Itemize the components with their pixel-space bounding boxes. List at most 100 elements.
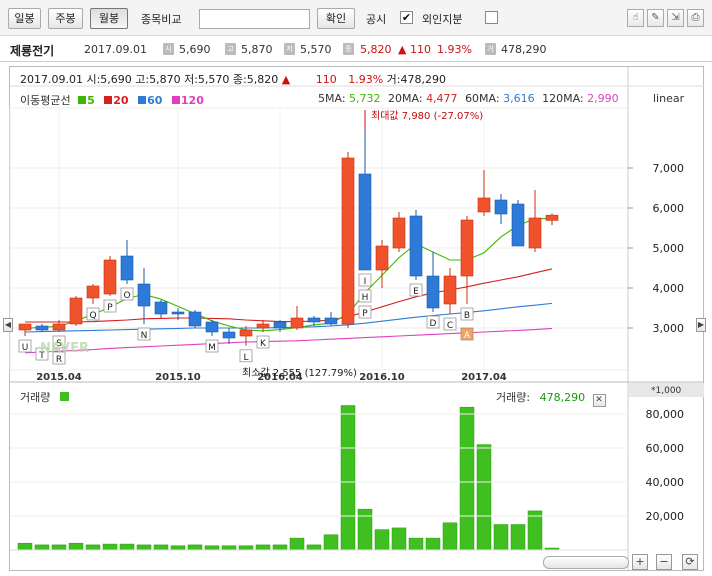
candle-body[interactable] xyxy=(103,259,117,295)
event-marker-label: O xyxy=(123,291,130,301)
time-tick-label: 2015.10 xyxy=(155,372,201,383)
volume-bar xyxy=(476,444,492,551)
candle-body[interactable] xyxy=(171,311,185,315)
candle-body[interactable] xyxy=(120,255,134,281)
time-tick-label: 2017.04 xyxy=(461,372,507,383)
candles xyxy=(18,128,559,346)
time-tick-label: 2016.10 xyxy=(359,372,405,383)
naver-watermark: NAVER xyxy=(40,341,89,356)
volume-unit: *1,000 xyxy=(651,386,682,396)
candle-body[interactable] xyxy=(494,199,508,215)
zoom-in-button[interactable]: + xyxy=(632,554,648,570)
scroll-right-icon[interactable]: ▶ xyxy=(696,318,706,332)
candle-body[interactable] xyxy=(528,217,542,249)
price-tick-label: 6,000 xyxy=(653,202,685,215)
volume-bar xyxy=(323,534,339,551)
candle-body[interactable] xyxy=(545,214,559,221)
volume-bar xyxy=(391,527,407,551)
candle-body[interactable] xyxy=(69,297,83,325)
candle-body[interactable] xyxy=(443,275,457,305)
candle-body[interactable] xyxy=(205,321,219,333)
candle-body[interactable] xyxy=(154,301,168,315)
volume-bar xyxy=(272,544,288,551)
price-volume-chart: UTSRQPONMLKIHPED CBA 3,0004,0005,0006,000… xyxy=(9,67,704,570)
volume-bar xyxy=(153,544,169,551)
volume-tick-label: 20,000 xyxy=(646,510,685,523)
event-marker-label: A xyxy=(464,331,471,341)
volume-bar xyxy=(459,406,475,551)
candle-body[interactable] xyxy=(35,325,49,331)
price-tick-label: 3,000 xyxy=(653,322,685,335)
candle-body[interactable] xyxy=(477,197,491,213)
event-marker-label: E xyxy=(413,287,419,297)
event-marker-label: I xyxy=(364,277,367,287)
candle-body[interactable] xyxy=(239,329,253,337)
zoom-out-button[interactable]: − xyxy=(656,554,672,570)
price-axis: 3,000 4,000 5,000 6,000 7,000 xyxy=(628,162,684,335)
price-tick-label: 7,000 xyxy=(653,162,685,175)
volume-tick-label: 60,000 xyxy=(646,442,685,455)
volume-bar xyxy=(221,545,237,551)
volume-label: 거래량 xyxy=(20,389,70,405)
price-tick-label: 5,000 xyxy=(653,242,685,255)
event-marker-label: Q xyxy=(89,311,96,321)
candle-body[interactable] xyxy=(426,275,440,309)
scroll-left-icon[interactable]: ◀ xyxy=(3,318,13,332)
event-marker-label: L xyxy=(243,353,248,363)
candle-body[interactable] xyxy=(188,311,202,327)
volume-bar xyxy=(340,405,356,551)
event-marker-label: R xyxy=(56,355,62,365)
event-marker-label: N xyxy=(141,331,148,341)
event-marker-label: U xyxy=(22,343,29,353)
volume-bar xyxy=(17,542,33,551)
candle-body[interactable] xyxy=(392,217,406,249)
candle-body[interactable] xyxy=(511,203,525,247)
candle-body[interactable] xyxy=(324,317,338,325)
volume-close-icon[interactable]: ✕ xyxy=(592,394,606,407)
volume-bar xyxy=(255,544,271,551)
candle-body[interactable] xyxy=(52,323,66,331)
candle-body[interactable] xyxy=(137,283,151,307)
candle-body[interactable] xyxy=(18,323,32,331)
volume-bar xyxy=(527,510,543,551)
price-tick-label: 4,000 xyxy=(653,282,685,295)
candle-body[interactable] xyxy=(409,215,423,277)
volume-bar xyxy=(408,537,424,551)
volume-bar xyxy=(51,544,67,551)
max-annotation: 최대값 7,980 (-27.07%) xyxy=(371,110,483,122)
candle-body[interactable] xyxy=(307,317,321,323)
candle-body[interactable] xyxy=(341,157,355,325)
time-tick-label: 2015.04 xyxy=(36,372,82,383)
candle-body[interactable] xyxy=(256,323,270,329)
candle-body[interactable] xyxy=(358,173,372,271)
volume-swatch xyxy=(59,392,69,401)
volume-title: 거래량 xyxy=(20,391,51,404)
candle-body[interactable] xyxy=(86,285,100,299)
event-marker-label: C xyxy=(447,321,453,331)
volume-bar xyxy=(119,543,135,551)
volume-tick-label: 40,000 xyxy=(646,476,685,489)
volume-bar xyxy=(204,545,220,551)
volume-bar xyxy=(68,542,84,551)
candle-body[interactable] xyxy=(273,321,287,329)
volume-bar xyxy=(357,508,373,551)
volume-readout: 거래량: 478,290 ✕ xyxy=(496,389,606,407)
candle-body[interactable] xyxy=(375,245,389,271)
volume-bar xyxy=(289,537,305,551)
volume-right-label: 거래량: xyxy=(496,391,531,404)
volume-bar xyxy=(102,543,118,551)
volume-bar xyxy=(136,544,152,551)
candle-body[interactable] xyxy=(222,331,236,339)
reset-button[interactable]: ⟳ xyxy=(682,554,698,570)
candle-body[interactable] xyxy=(460,219,474,277)
volume-bar xyxy=(238,545,254,551)
horizontal-scrollbar[interactable] xyxy=(543,556,629,569)
event-marker-label: P xyxy=(362,309,368,319)
volume-bar xyxy=(510,524,526,551)
volume-bar xyxy=(85,544,101,551)
volume-bar xyxy=(493,524,509,551)
volume-right-value: 478,290 xyxy=(539,391,586,404)
candle-body[interactable] xyxy=(290,317,304,329)
min-annotation: 최소값 2,555 (127.79%) xyxy=(242,367,357,379)
volume-bar xyxy=(187,544,203,551)
